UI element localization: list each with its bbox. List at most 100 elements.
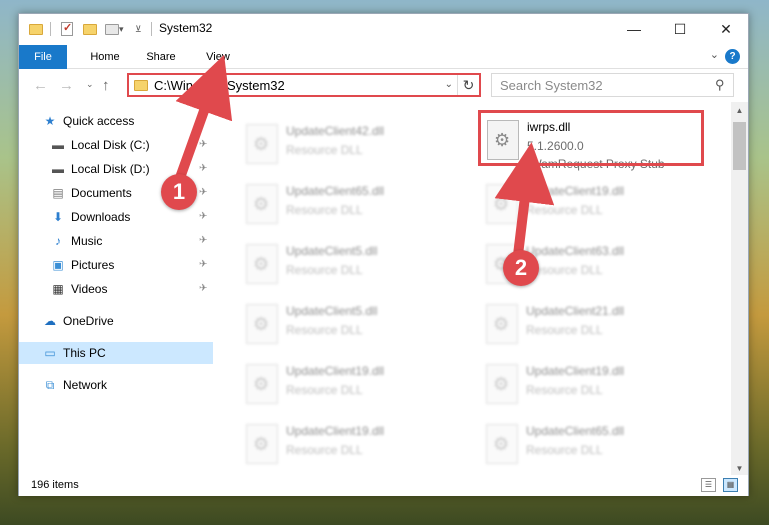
tab-share[interactable]: Share (137, 45, 185, 69)
new-folder-icon[interactable] (83, 20, 97, 38)
onedrive-icon: ☁ (44, 314, 56, 328)
search-placeholder: Search System32 (500, 78, 603, 93)
sidebar-item-documents[interactable]: ▤ Documents (51, 182, 132, 204)
status-bar: 196 items ☰ ▦ (19, 475, 748, 496)
minimize-button[interactable]: — (611, 14, 657, 44)
pin-icon[interactable]: ✈ (199, 139, 207, 150)
dll-file-icon (246, 184, 278, 224)
sidebar-item-music[interactable]: ♪ Music (51, 230, 102, 252)
network-icon: ⧉ (45, 377, 55, 392)
file-type: Resource DLL (286, 383, 363, 397)
pin-icon[interactable]: ✈ (199, 235, 207, 246)
item-count: 196 items (31, 479, 79, 491)
customize-quick-access-icon[interactable]: ▾ (105, 20, 124, 38)
file-name: UpdateClient21.dll (526, 304, 625, 318)
pin-icon[interactable]: ✈ (199, 259, 207, 270)
address-path[interactable]: C:\Windows\System32 (154, 78, 285, 93)
step-badge-1: 1 (161, 174, 197, 210)
file-item[interactable]: UpdateClient19.dll Resource DLL (240, 416, 460, 472)
properties-icon[interactable] (61, 20, 73, 38)
file-item[interactable]: UpdateClient19.dll Resource DLL (480, 356, 700, 412)
up-button[interactable]: ↑ (102, 77, 110, 94)
pin-icon[interactable]: ✈ (199, 283, 207, 294)
address-dropdown-icon[interactable]: ⌄ (445, 79, 453, 90)
tab-home[interactable]: Home (81, 45, 129, 69)
close-button[interactable]: ✕ (703, 14, 749, 44)
pictures-icon: ▣ (52, 258, 64, 272)
sidebar-item-onedrive[interactable]: ☁ OneDrive (43, 310, 114, 332)
file-name: UpdateClient65.dll (526, 424, 625, 438)
file-item[interactable]: UpdateClient19.dll Resource DLL (240, 356, 460, 412)
scroll-up-icon[interactable]: ▲ (731, 102, 748, 119)
file-item[interactable]: UpdateClient5.dll Resource DLL (240, 296, 460, 352)
file-type: Resource DLL (286, 203, 363, 217)
file-type: Resource DLL (526, 383, 603, 397)
file-name: UpdateClient19.dll (526, 364, 625, 378)
sidebar-item-label: OneDrive (63, 314, 114, 328)
sidebar-item-network[interactable]: ⧉ Network (43, 374, 107, 396)
tab-file[interactable]: File (19, 45, 67, 69)
expand-ribbon-icon[interactable]: ⌄ (710, 48, 719, 61)
star-icon: ★ (44, 114, 56, 128)
large-icons-view-icon[interactable]: ▦ (723, 478, 738, 492)
file-type: Resource DLL (286, 443, 363, 457)
computer-icon: ▭ (44, 346, 56, 360)
scrollbar-thumb[interactable] (733, 122, 746, 170)
file-name: UpdateClient5.dll (286, 244, 378, 258)
back-button[interactable]: ← (33, 77, 48, 94)
pin-icon[interactable]: ✈ (199, 187, 207, 198)
dll-file-icon (246, 424, 278, 464)
sidebar-item-label: Documents (71, 186, 132, 200)
sidebar-item-pictures[interactable]: ▣ Pictures (51, 254, 114, 276)
documents-icon: ▤ (52, 186, 64, 200)
search-icon[interactable]: ⚲ (715, 77, 725, 93)
folder-icon (29, 20, 43, 38)
forward-button[interactable]: → (59, 77, 74, 94)
step-badge-2: 2 (503, 250, 539, 286)
file-type: Resource DLL (286, 143, 363, 157)
file-type: Resource DLL (526, 443, 603, 457)
downloads-icon: ⬇ (52, 210, 64, 224)
sidebar-item-downloads[interactable]: ⬇ Downloads (51, 206, 130, 228)
sidebar-item-quick-access[interactable]: ★ Quick access (43, 110, 135, 132)
drive-icon: ▬ (52, 138, 64, 152)
recent-locations-icon[interactable]: ⌄ (86, 79, 94, 90)
sidebar-item-local-disk-c[interactable]: ▬ Local Disk (C:) (51, 134, 150, 156)
pin-icon[interactable]: ✈ (199, 163, 207, 174)
title-bar: ▾ ⊻ System32 — ☐ ✕ (19, 14, 748, 45)
file-type: Resource DLL (526, 323, 603, 337)
sidebar-item-label: Pictures (71, 258, 115, 272)
ribbon-tabs: File Home Share View ⌄ ? (19, 45, 748, 69)
drive-icon: ▬ (52, 162, 64, 176)
search-input[interactable]: Search System32 ⚲ (491, 73, 734, 97)
window-title: System32 (159, 21, 213, 35)
help-icon[interactable]: ? (725, 49, 740, 64)
file-item[interactable]: UpdateClient19.dll Resource DLL (480, 176, 700, 232)
dll-file-icon (246, 124, 278, 164)
sidebar-item-this-pc[interactable]: ▭ This PC (19, 342, 213, 364)
dll-file-icon (246, 244, 278, 284)
file-name: UpdateClient19.dll (286, 364, 385, 378)
details-view-icon[interactable]: ☰ (701, 478, 716, 492)
sidebar-item-local-disk-d[interactable]: ▬ Local Disk (D:) (51, 158, 150, 180)
sidebar-item-label: Videos (71, 282, 108, 296)
folder-icon (134, 80, 148, 91)
refresh-button[interactable]: ↻ (457, 75, 479, 95)
file-item[interactable]: UpdateClient42.dll Resource DLL (240, 116, 460, 172)
sidebar-item-videos[interactable]: ▦ Videos (51, 278, 107, 300)
file-name: UpdateClient19.dll (526, 184, 625, 198)
videos-icon: ▦ (52, 282, 64, 296)
file-item[interactable]: UpdateClient5.dll Resource DLL (240, 236, 460, 292)
tab-view[interactable]: View (194, 45, 242, 69)
quick-access-dropdown-icon[interactable]: ⊻ (135, 20, 142, 38)
sidebar-item-label: Local Disk (D:) (71, 162, 150, 176)
highlight-box (478, 110, 704, 166)
pin-icon[interactable]: ✈ (199, 211, 207, 222)
file-item[interactable]: UpdateClient65.dll Resource DLL (240, 176, 460, 232)
maximize-button[interactable]: ☐ (657, 14, 703, 44)
address-bar[interactable]: C:\Windows\System32 ⌄ ↻ (127, 73, 481, 97)
explorer-window: ▾ ⊻ System32 — ☐ ✕ File Home Share View … (18, 13, 749, 496)
file-item[interactable]: UpdateClient65.dll Resource DLL (480, 416, 700, 472)
file-item[interactable]: UpdateClient21.dll Resource DLL (480, 296, 700, 352)
vertical-scrollbar[interactable]: ▲ ▼ (731, 102, 748, 477)
